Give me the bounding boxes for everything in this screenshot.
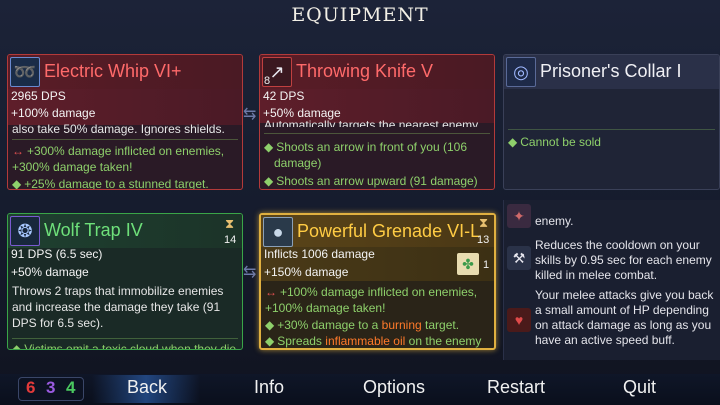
item-damage: +150% damage <box>264 265 349 279</box>
survival-count: 4 <box>66 378 76 397</box>
item-card-electric-whip[interactable]: ➿ Electric Whip VI+ 2965 DPS +100% damag… <box>7 54 243 190</box>
hourglass-icon: ⧗ <box>225 216 235 231</box>
lifesteal-mutation-icon[interactable]: ♥ <box>507 308 531 332</box>
item-bullet: +300% damage taken! <box>12 160 133 174</box>
item-bullet: damage) <box>274 156 322 170</box>
page-title: EQUIPMENT <box>291 4 429 26</box>
hourglass-icon: ⧗ <box>479 215 489 230</box>
wolf-trap-icon: ❂ <box>10 216 40 246</box>
electric-whip-icon: ➿ <box>10 57 40 87</box>
divider <box>12 139 238 140</box>
item-bullet: ◆ Shoots an arrow in front of you (106 <box>264 140 468 154</box>
mutation-description: Reduces the cooldown on your skills by 0… <box>535 238 712 282</box>
item-name: Wolf Trap IV <box>44 220 143 240</box>
link-arrow-icon: ⇆ <box>243 264 257 281</box>
restart-button[interactable]: Restart <box>487 377 545 398</box>
scroll-icon: ✤ <box>457 253 479 275</box>
item-dps: 2965 DPS <box>11 89 66 103</box>
cooldown-value: 13 <box>477 234 490 246</box>
tactics-count: 3 <box>46 378 56 397</box>
link-arrow-icon: ⇆ <box>243 106 257 123</box>
cooldown-mutation-icon[interactable]: ⚒ <box>507 246 531 270</box>
grenade-icon: ● <box>263 217 293 247</box>
item-bullet: ◆ Victims emit a toxic cloud when they di… <box>12 342 237 350</box>
item-dps: 91 DPS (6.5 sec) <box>11 247 103 261</box>
item-bullet: ◆ Shoots an arrow upward (91 damage) <box>264 174 478 188</box>
item-card-wolf-trap[interactable]: ❂ Wolf Trap IV ⧗ 14 91 DPS (6.5 sec) +50… <box>7 213 243 350</box>
item-bullet: ↔ +300% damage inflicted on enemies, <box>12 144 225 158</box>
item-bullet: ↔ +100% damage inflicted on enemies, <box>265 285 478 299</box>
divider <box>264 133 490 134</box>
item-dps: 42 DPS <box>263 89 305 103</box>
item-card-throwing-knife[interactable]: ↗ 8 Throwing Knife V 42 DPS +50% damage … <box>259 54 495 190</box>
item-name: Electric Whip VI+ <box>44 61 182 81</box>
item-dps: Inflicts 1006 damage <box>264 247 375 261</box>
mutation-text-cut: enemy. <box>535 214 574 228</box>
item-bullet: ◆ Spreads inflammable oil on the enemy <box>265 334 482 348</box>
item-damage: +50% damage <box>11 265 89 279</box>
info-button[interactable]: Info <box>254 377 284 398</box>
quit-button[interactable]: Quit <box>623 377 656 398</box>
divider <box>12 338 238 339</box>
item-name: Prisoner's Collar I <box>540 61 682 81</box>
item-name: Throwing Knife V <box>296 61 434 81</box>
item-description: Automatically targets the nearest enemy. <box>264 118 481 127</box>
item-bullet: ◆ +30% damage to a burning target. <box>265 318 460 332</box>
options-button[interactable]: Options <box>363 377 425 398</box>
item-description: Throws 2 traps that immobilize enemies a… <box>12 284 224 330</box>
item-bullet: ◆ +25% damage to a stunned target. <box>12 177 209 190</box>
item-level: 8 <box>264 75 271 87</box>
mutation-description: Your melee attacks give you back a small… <box>535 288 714 347</box>
item-bullet: +100% damage taken! <box>265 301 386 315</box>
divider <box>508 129 715 130</box>
item-name: Powerful Grenade VI-L <box>297 221 481 241</box>
item-bullet: ◆ Cannot be sold <box>508 135 601 149</box>
item-card-powerful-grenade[interactable]: ● Powerful Grenade VI-L ⧗ 13 Inflicts 10… <box>259 213 496 350</box>
cooldown-value: 14 <box>224 234 237 246</box>
item-card-prisoners-collar[interactable]: ◎ Prisoner's Collar I ◆ Cannot be sold <box>503 54 720 190</box>
item-damage: +100% damage <box>11 106 96 120</box>
back-button[interactable]: Back <box>127 377 167 398</box>
item-description: also take 50% damage. Ignores shields. <box>12 122 225 136</box>
brutality-count: 6 <box>26 378 36 397</box>
mutation-icon[interactable]: ✦ <box>507 204 531 228</box>
scroll-count: 1 <box>483 259 490 271</box>
collar-icon: ◎ <box>506 57 536 87</box>
